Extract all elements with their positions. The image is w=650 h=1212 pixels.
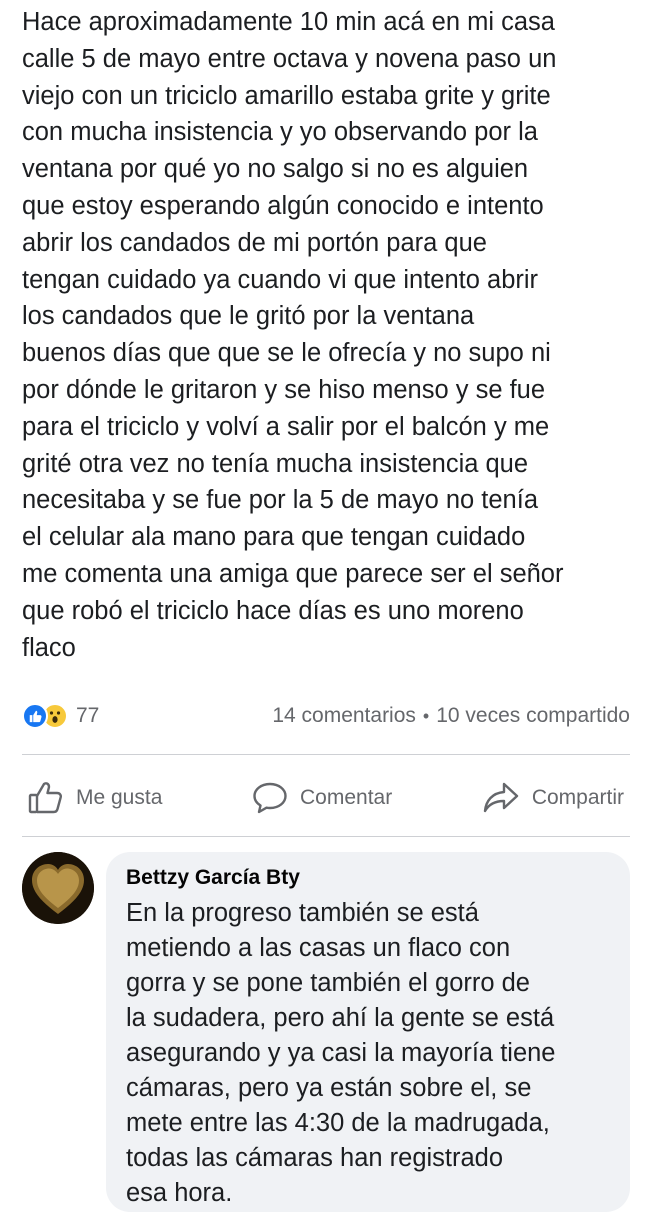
comment-text-line: todas las cámaras han registrado <box>126 1144 504 1172</box>
post-text-line: Hace aproximadamente 10 min acá en mi ca… <box>22 8 555 36</box>
divider <box>22 836 630 837</box>
post-text-line: los candados que le gritó por la ventana <box>22 302 475 331</box>
post-stats-bar: 77 14 comentarios • 10 veces compartido <box>22 700 630 732</box>
comment-bubble: Bettzy García Bty En la progreso también… <box>106 852 630 1212</box>
post-text-line: calle 5 de mayo entre octava y novena pa… <box>22 44 557 73</box>
post-text-line: ventana por qué yo no salgo si no es alg… <box>22 155 529 184</box>
avatar[interactable] <box>22 852 94 924</box>
post-actions: Me gusta Comentar Compartir <box>22 772 630 824</box>
post-text-line: viejo con un triciclo amarillo estaba gr… <box>22 81 551 110</box>
comment-text-line: la sudadera, pero ahí la gente se está <box>126 1004 555 1032</box>
stats-separator: • <box>422 705 430 726</box>
speech-bubble-icon <box>253 782 287 814</box>
comment-text-line: gorra y se pone también el gorro de <box>126 969 530 997</box>
comments-count-link[interactable]: 14 comentarios <box>272 704 416 728</box>
post-text-line: buenos días que que se le ofrecía y no s… <box>22 339 551 368</box>
post-text-line: el celular ala mano para que tengan cuid… <box>22 523 526 552</box>
reaction-count: 77 <box>76 704 100 727</box>
post-text-line: tengan cuidado ya cuando vi que intento … <box>22 265 539 294</box>
comment-text-line: asegurando y ya casi la mayoría tiene <box>126 1039 556 1067</box>
share-arrow-icon <box>483 782 519 813</box>
reactions-summary[interactable]: 77 <box>22 703 99 729</box>
post-text-line: para el triciclo y volví a salir por el … <box>22 412 550 441</box>
post-text-line: flaco <box>22 633 76 662</box>
post-text: Hace aproximadamente 10 min acá en mi ca… <box>22 4 634 666</box>
thumbs-up-outline-icon <box>28 782 62 814</box>
comment-text-line: mete entre las 4:30 de la madrugada, <box>126 1109 550 1137</box>
post-text-line: que estoy esperando algún conocido e int… <box>22 191 544 220</box>
like-label: Me gusta <box>76 786 163 809</box>
share-button[interactable]: Compartir <box>476 781 630 815</box>
comment-text-line: metiendo a las casas un flaco con <box>126 934 511 962</box>
like-button[interactable]: Me gusta <box>22 781 168 815</box>
post-text-line: grité otra vez no tenía mucha insistenci… <box>22 449 529 478</box>
comment-label: Comentar <box>300 786 393 809</box>
comment-button[interactable]: Comentar <box>246 781 398 815</box>
shares-count-link[interactable]: 10 veces compartido <box>436 704 630 728</box>
comment-author[interactable]: Bettzy García Bty <box>126 866 610 890</box>
share-label: Compartir <box>531 786 624 809</box>
comment-text-line: esa hora. <box>126 1179 233 1207</box>
post-text-line: necesitaba y se fue por la 5 de mayo no … <box>22 486 539 515</box>
post-text-line: que robó el triciclo hace días es uno mo… <box>22 596 524 625</box>
post-text-line: por dónde le gritaron y se hiso menso y … <box>22 375 546 404</box>
post-text-line: me comenta una amiga que parece ser el s… <box>22 559 564 588</box>
comment-text-line: cámaras, pero ya están sobre el, se <box>126 1074 532 1102</box>
comment: Bettzy García Bty En la progreso también… <box>22 852 630 1212</box>
divider <box>22 754 630 755</box>
thumbs-up-icon <box>22 703 48 729</box>
post-text-line: con mucha insistencia y yo observando po… <box>22 118 538 147</box>
comment-text: En la progreso también se está metiendo … <box>126 896 610 1211</box>
post-text-line: abrir los candados de mi portón para que <box>22 228 487 257</box>
comment-text-line: En la progreso también se está <box>126 899 479 927</box>
